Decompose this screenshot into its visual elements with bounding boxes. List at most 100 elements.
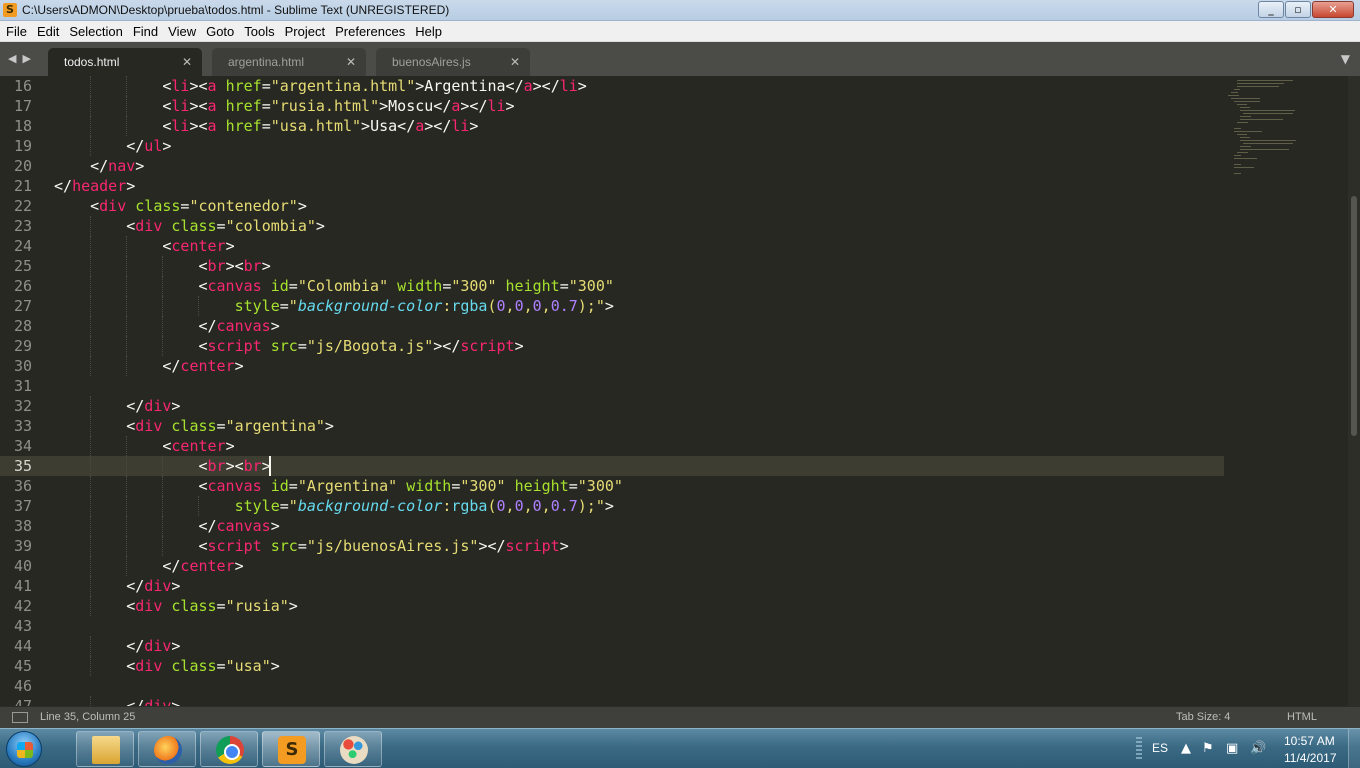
panel-toggle-icon[interactable] bbox=[12, 712, 28, 723]
clock-time[interactable]: 10:57 AM bbox=[1284, 733, 1335, 749]
line-number[interactable]: 22 bbox=[0, 196, 32, 216]
code-line[interactable]: <script src="js/buenosAires.js"></script… bbox=[198, 536, 568, 556]
menu-selection[interactable]: Selection bbox=[64, 21, 127, 41]
close-button[interactable]: ✕ bbox=[1312, 1, 1354, 18]
line-number[interactable]: 28 bbox=[0, 316, 32, 336]
vertical-scrollbar[interactable] bbox=[1348, 76, 1360, 706]
line-number[interactable]: 16 bbox=[0, 76, 32, 96]
code-area[interactable]: <li><a href="argentina.html">Argentina</… bbox=[54, 76, 1224, 706]
line-number[interactable]: 46 bbox=[0, 676, 32, 696]
code-line[interactable]: </div> bbox=[126, 396, 180, 416]
line-number[interactable]: 43 bbox=[0, 616, 32, 636]
line-number[interactable]: 34 bbox=[0, 436, 32, 456]
menu-file[interactable]: File bbox=[0, 21, 32, 41]
line-number[interactable]: 30 bbox=[0, 356, 32, 376]
code-line[interactable]: <div class="argentina"> bbox=[126, 416, 334, 436]
code-line[interactable]: </center> bbox=[162, 556, 243, 576]
tab-todos-html[interactable]: todos.html ✕ bbox=[48, 48, 202, 76]
line-number[interactable]: 19 bbox=[0, 136, 32, 156]
menu-find[interactable]: Find bbox=[128, 21, 163, 41]
code-line[interactable]: </header> bbox=[54, 176, 135, 196]
scrollbar-thumb[interactable] bbox=[1351, 196, 1357, 436]
show-hidden-icons-icon[interactable]: ▲ bbox=[1181, 741, 1191, 757]
line-number[interactable]: 45 bbox=[0, 656, 32, 676]
line-number[interactable]: 27 bbox=[0, 296, 32, 316]
code-line[interactable]: <div class="usa"> bbox=[126, 656, 280, 676]
menu-help[interactable]: Help bbox=[410, 21, 447, 41]
code-line[interactable]: </center> bbox=[162, 356, 243, 376]
code-line[interactable]: <script src="js/Bogota.js"></script> bbox=[198, 336, 523, 356]
tab-size-selector[interactable]: Tab Size: 4 bbox=[1176, 710, 1230, 725]
tab-nav-arrows[interactable]: ◀▶ bbox=[8, 52, 37, 66]
code-line[interactable]: <canvas id="Argentina" width="300" heigh… bbox=[198, 476, 622, 496]
maximize-button[interactable]: ▫ bbox=[1285, 1, 1311, 18]
tab-buenosaires-js[interactable]: buenosAires.js ✕ bbox=[376, 48, 530, 76]
tab-argentina-html[interactable]: argentina.html ✕ bbox=[212, 48, 366, 76]
line-number[interactable]: 25 bbox=[0, 256, 32, 276]
code-line[interactable]: </canvas> bbox=[198, 316, 279, 336]
code-editor[interactable]: 16 17 18 19 20 21 22 23 24 25 26 27 28 29 30 31 32 33 34 35… bbox=[0, 76, 1360, 706]
code-line[interactable]: <li><a href="rusia.html">Moscu</a></li> bbox=[162, 96, 514, 116]
code-line[interactable]: </div> bbox=[126, 636, 180, 656]
taskbar-explorer[interactable] bbox=[76, 731, 134, 767]
line-number[interactable]: 33 bbox=[0, 416, 32, 436]
line-number[interactable]: 21 bbox=[0, 176, 32, 196]
minimap[interactable] bbox=[1224, 76, 1346, 706]
menu-goto[interactable]: Goto bbox=[201, 21, 239, 41]
line-number[interactable]: 37 bbox=[0, 496, 32, 516]
clock-date[interactable]: 11/4/2017 bbox=[1284, 750, 1337, 766]
code-line[interactable]: <li><a href="usa.html">Usa</a></li> bbox=[162, 116, 478, 136]
code-line[interactable]: </nav> bbox=[90, 156, 144, 176]
menu-view[interactable]: View bbox=[163, 21, 201, 41]
code-line[interactable]: </ul> bbox=[126, 136, 171, 156]
language-indicator[interactable]: ES bbox=[1152, 740, 1168, 756]
line-number[interactable]: 29 bbox=[0, 336, 32, 356]
minimize-button[interactable]: _ bbox=[1258, 1, 1284, 18]
line-number[interactable]: 18 bbox=[0, 116, 32, 136]
menu-edit[interactable]: Edit bbox=[32, 21, 64, 41]
code-line[interactable]: <br><br> bbox=[198, 256, 270, 276]
taskbar-sublime[interactable] bbox=[262, 731, 320, 767]
menu-preferences[interactable]: Preferences bbox=[330, 21, 410, 41]
start-button[interactable] bbox=[6, 731, 42, 767]
menu-tools[interactable]: Tools bbox=[239, 21, 279, 41]
action-center-flag-icon[interactable]: ⚑ bbox=[1202, 741, 1214, 757]
taskbar-paint[interactable] bbox=[324, 731, 382, 767]
line-number[interactable]: 41 bbox=[0, 576, 32, 596]
line-number[interactable]: 20 bbox=[0, 156, 32, 176]
code-line[interactable]: <center> bbox=[162, 436, 234, 456]
syntax-selector[interactable]: HTML bbox=[1287, 710, 1317, 725]
code-line[interactable]: <center> bbox=[162, 236, 234, 256]
line-number[interactable]: 36 bbox=[0, 476, 32, 496]
code-line[interactable]: <div class="contenedor"> bbox=[90, 196, 307, 216]
network-icon[interactable]: ▣ bbox=[1226, 741, 1238, 757]
tab-close-icon[interactable]: ✕ bbox=[510, 54, 520, 70]
line-number[interactable]: 44 bbox=[0, 636, 32, 656]
code-line[interactable]: style="background-color:rgba(0,0,0,0.7);… bbox=[235, 296, 614, 316]
line-number[interactable]: 42 bbox=[0, 596, 32, 616]
line-number[interactable]: 35 bbox=[0, 456, 32, 476]
code-line[interactable]: </div> bbox=[126, 576, 180, 596]
code-line[interactable]: <div class="colombia"> bbox=[126, 216, 325, 236]
line-number-gutter[interactable]: 16 17 18 19 20 21 22 23 24 25 26 27 28 29 30 31 32 33 34 35… bbox=[0, 76, 40, 706]
line-number[interactable]: 47 bbox=[0, 696, 32, 706]
line-number[interactable]: 31 bbox=[0, 376, 32, 396]
code-line[interactable]: </canvas> bbox=[198, 516, 279, 536]
taskbar-chrome[interactable] bbox=[200, 731, 258, 767]
line-number[interactable]: 32 bbox=[0, 396, 32, 416]
tab-close-icon[interactable]: ✕ bbox=[346, 54, 356, 70]
tab-overflow-chevron-icon[interactable]: ▼ bbox=[1341, 53, 1350, 65]
line-number[interactable]: 23 bbox=[0, 216, 32, 236]
code-line[interactable]: <canvas id="Colombia" width="300" height… bbox=[198, 276, 613, 296]
code-line[interactable]: </div> bbox=[126, 696, 180, 706]
code-line[interactable]: <li><a href="argentina.html">Argentina</… bbox=[162, 76, 586, 96]
code-line[interactable]: <br><br> bbox=[198, 456, 270, 476]
line-number[interactable]: 26 bbox=[0, 276, 32, 296]
line-number[interactable]: 40 bbox=[0, 556, 32, 576]
code-line[interactable]: <div class="rusia"> bbox=[126, 596, 298, 616]
line-number[interactable]: 17 bbox=[0, 96, 32, 116]
line-number[interactable]: 38 bbox=[0, 516, 32, 536]
line-number[interactable]: 39 bbox=[0, 536, 32, 556]
code-line[interactable]: style="background-color:rgba(0,0,0,0.7);… bbox=[235, 496, 614, 516]
menu-project[interactable]: Project bbox=[280, 21, 330, 41]
